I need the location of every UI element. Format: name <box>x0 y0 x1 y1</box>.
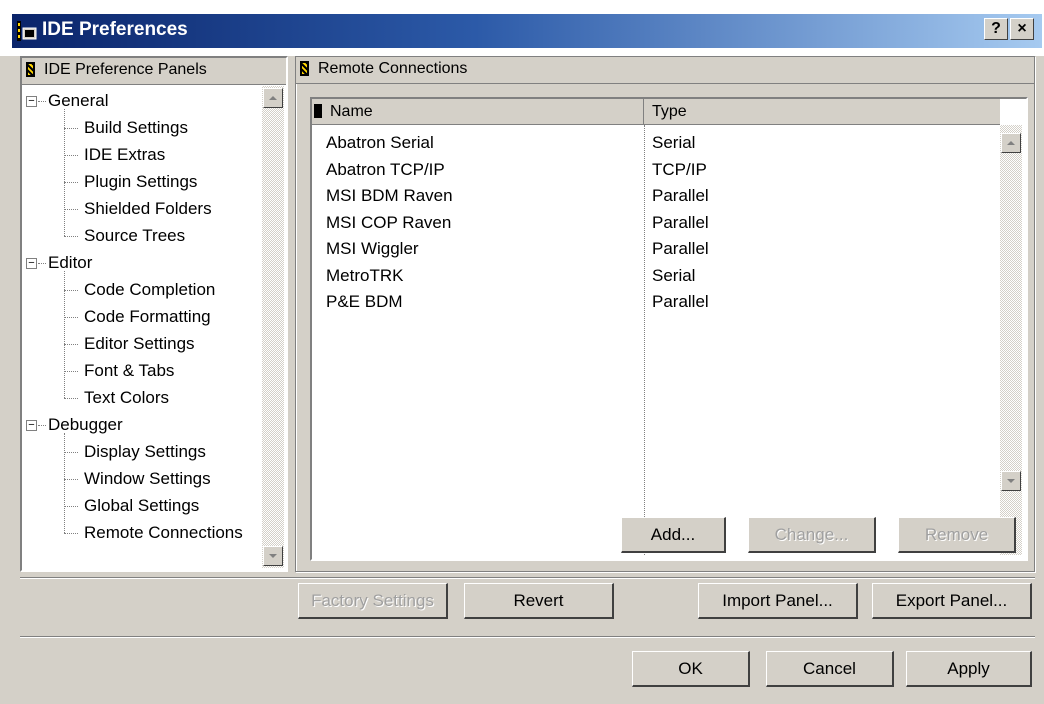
list-scroll-down-button[interactable] <box>1001 471 1021 491</box>
header-marker-icon <box>300 61 309 76</box>
title-bar: IDE Preferences ? × <box>0 0 1044 56</box>
tree-connector <box>64 479 78 480</box>
tree-connector <box>64 344 78 345</box>
connection-name[interactable]: MSI COP Raven <box>326 213 451 233</box>
tree-connector <box>64 209 78 210</box>
remote-connections-panel: Remote Connections Name Type Abatron Ser… <box>295 56 1035 572</box>
separator <box>20 636 1035 638</box>
tree-branch-line <box>64 109 65 236</box>
separator <box>20 577 1035 579</box>
connection-type[interactable]: Serial <box>652 133 695 153</box>
tree-item[interactable]: Font & Tabs <box>84 358 174 384</box>
tree-branch-line <box>64 433 65 533</box>
add-button[interactable]: Add... <box>621 517 726 553</box>
tree-view: General − Build Settings IDE Extras Plugin S… <box>22 86 262 570</box>
tree-item[interactable]: Code Completion <box>84 277 215 303</box>
collapse-icon[interactable]: − <box>26 420 37 431</box>
tree-connector <box>64 290 78 291</box>
connection-name[interactable]: P&E BDM <box>326 292 403 312</box>
sort-marker-icon <box>314 104 322 118</box>
tree-connector <box>38 425 46 426</box>
connection-type[interactable]: Serial <box>652 266 695 286</box>
tree-header-label: IDE Preference Panels <box>44 61 207 78</box>
tree-group-label: General <box>48 91 109 110</box>
tree-branch-line <box>64 271 65 398</box>
tree-item[interactable]: Display Settings <box>84 439 206 465</box>
factory-settings-button[interactable]: Factory Settings <box>298 583 448 619</box>
connection-name[interactable]: MSI BDM Raven <box>326 186 453 206</box>
tree-header: IDE Preference Panels <box>22 58 286 85</box>
cancel-button[interactable]: Cancel <box>766 651 894 687</box>
connection-name[interactable]: MSI Wiggler <box>326 239 419 259</box>
list-scroll-up-button[interactable] <box>1001 133 1021 153</box>
tree-item[interactable]: Code Formatting <box>84 304 211 330</box>
panel-header-label: Remote Connections <box>318 60 468 77</box>
tree-connector <box>64 182 78 183</box>
panel-header: Remote Connections <box>296 57 1034 84</box>
close-button[interactable]: × <box>1010 18 1034 40</box>
import-panel-button[interactable]: Import Panel... <box>698 583 858 619</box>
tree-connector <box>64 398 78 399</box>
connection-type[interactable]: Parallel <box>652 292 709 312</box>
preference-panels-tree: IDE Preference Panels General − Build Sett… <box>20 56 288 572</box>
header-marker-icon <box>26 62 35 77</box>
help-button[interactable]: ? <box>984 18 1008 40</box>
connection-name[interactable]: MetroTRK <box>326 266 403 286</box>
column-header-name[interactable]: Name <box>312 99 644 125</box>
tree-group-general[interactable]: General <box>48 88 108 114</box>
tree-group-debugger[interactable]: Debugger <box>48 412 123 438</box>
title-bar-strip[interactable]: IDE Preferences ? × <box>12 14 1042 48</box>
tree-connector <box>64 155 78 156</box>
connection-type[interactable]: Parallel <box>652 213 709 233</box>
tree-connector <box>64 236 78 237</box>
tree-item[interactable]: Remote Connections <box>84 520 243 546</box>
export-panel-button[interactable]: Export Panel... <box>872 583 1032 619</box>
tree-scrollbar[interactable] <box>262 86 284 568</box>
apply-button[interactable]: Apply <box>906 651 1032 687</box>
ok-button[interactable]: OK <box>632 651 750 687</box>
tree-item[interactable]: Text Colors <box>84 385 169 411</box>
tree-group-label: Debugger <box>48 415 123 434</box>
connection-name[interactable]: Abatron Serial <box>326 133 434 153</box>
column-header-type[interactable]: Type <box>644 99 1000 125</box>
tree-item[interactable]: IDE Extras <box>84 142 165 168</box>
tree-item[interactable]: Build Settings <box>84 115 188 141</box>
rows-container: Abatron Serial Serial Abatron TCP/IP TCP/IP… <box>312 131 1000 531</box>
tree-item[interactable]: Global Settings <box>84 493 199 519</box>
window-title: IDE Preferences <box>42 19 188 40</box>
connection-type[interactable]: TCP/IP <box>652 160 707 180</box>
tree-group-editor[interactable]: Editor <box>48 250 92 276</box>
change-button[interactable]: Change... <box>748 517 876 553</box>
column-header-type-label: Type <box>652 103 687 120</box>
tree-connector <box>64 317 78 318</box>
connections-list[interactable]: Name Type Abatron Serial Serial Abatron TC… <box>310 97 1028 561</box>
tree-item[interactable]: Window Settings <box>84 466 211 492</box>
collapse-icon[interactable]: − <box>26 96 37 107</box>
connection-type[interactable]: Parallel <box>652 239 709 259</box>
remove-button[interactable]: Remove <box>898 517 1016 553</box>
tree-item[interactable]: Editor Settings <box>84 331 195 357</box>
column-header-name-label: Name <box>330 103 373 120</box>
tree-item[interactable]: Shielded Folders <box>84 196 212 222</box>
tree-connector <box>64 371 78 372</box>
tree-connector <box>38 101 46 102</box>
connection-name[interactable]: Abatron TCP/IP <box>326 160 445 180</box>
tree-connector <box>64 506 78 507</box>
tree-group-label: Editor <box>48 253 93 272</box>
tree-item[interactable]: Source Trees <box>84 223 185 249</box>
tree-connector <box>38 263 46 264</box>
tree-connector <box>64 128 78 129</box>
list-scrollbar[interactable] <box>1000 125 1022 555</box>
connection-type[interactable]: Parallel <box>652 186 709 206</box>
tree-connector <box>64 452 78 453</box>
tree-item[interactable]: Plugin Settings <box>84 169 197 195</box>
revert-button[interactable]: Revert <box>464 583 614 619</box>
scroll-down-button[interactable] <box>263 546 283 566</box>
app-icon <box>16 20 38 42</box>
collapse-icon[interactable]: − <box>26 258 37 269</box>
scroll-up-button[interactable] <box>263 88 283 108</box>
tree-connector <box>64 533 78 534</box>
